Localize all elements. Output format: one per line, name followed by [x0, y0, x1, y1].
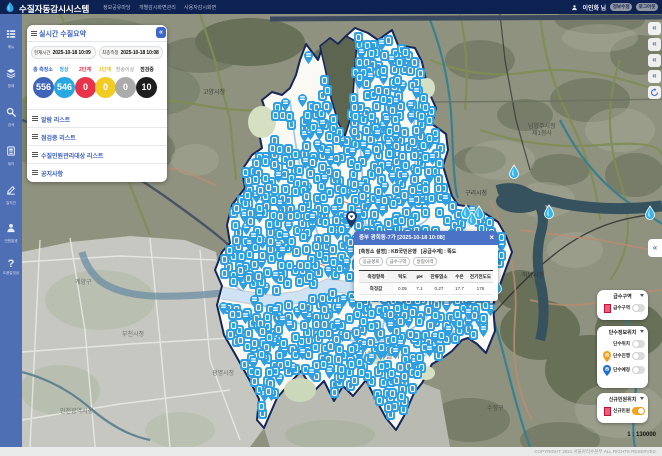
svg-text:광명시청: 광명시청	[212, 369, 234, 377]
svg-text:하남시청: 하남시청	[522, 271, 544, 279]
svg-text:남양주시청: 남양주시청	[528, 122, 556, 130]
svg-text:부천시청: 부천시청	[122, 330, 144, 338]
svg-text:제1청사: 제1청사	[532, 129, 552, 137]
svg-text:고양시청: 고양시청	[203, 88, 225, 96]
svg-text:계양구: 계양구	[75, 278, 92, 286]
svg-text:구리시청: 구리시청	[465, 189, 487, 197]
svg-text:수정구: 수정구	[487, 405, 504, 412]
svg-text:인천광역시청: 인천광역시청	[60, 407, 93, 415]
